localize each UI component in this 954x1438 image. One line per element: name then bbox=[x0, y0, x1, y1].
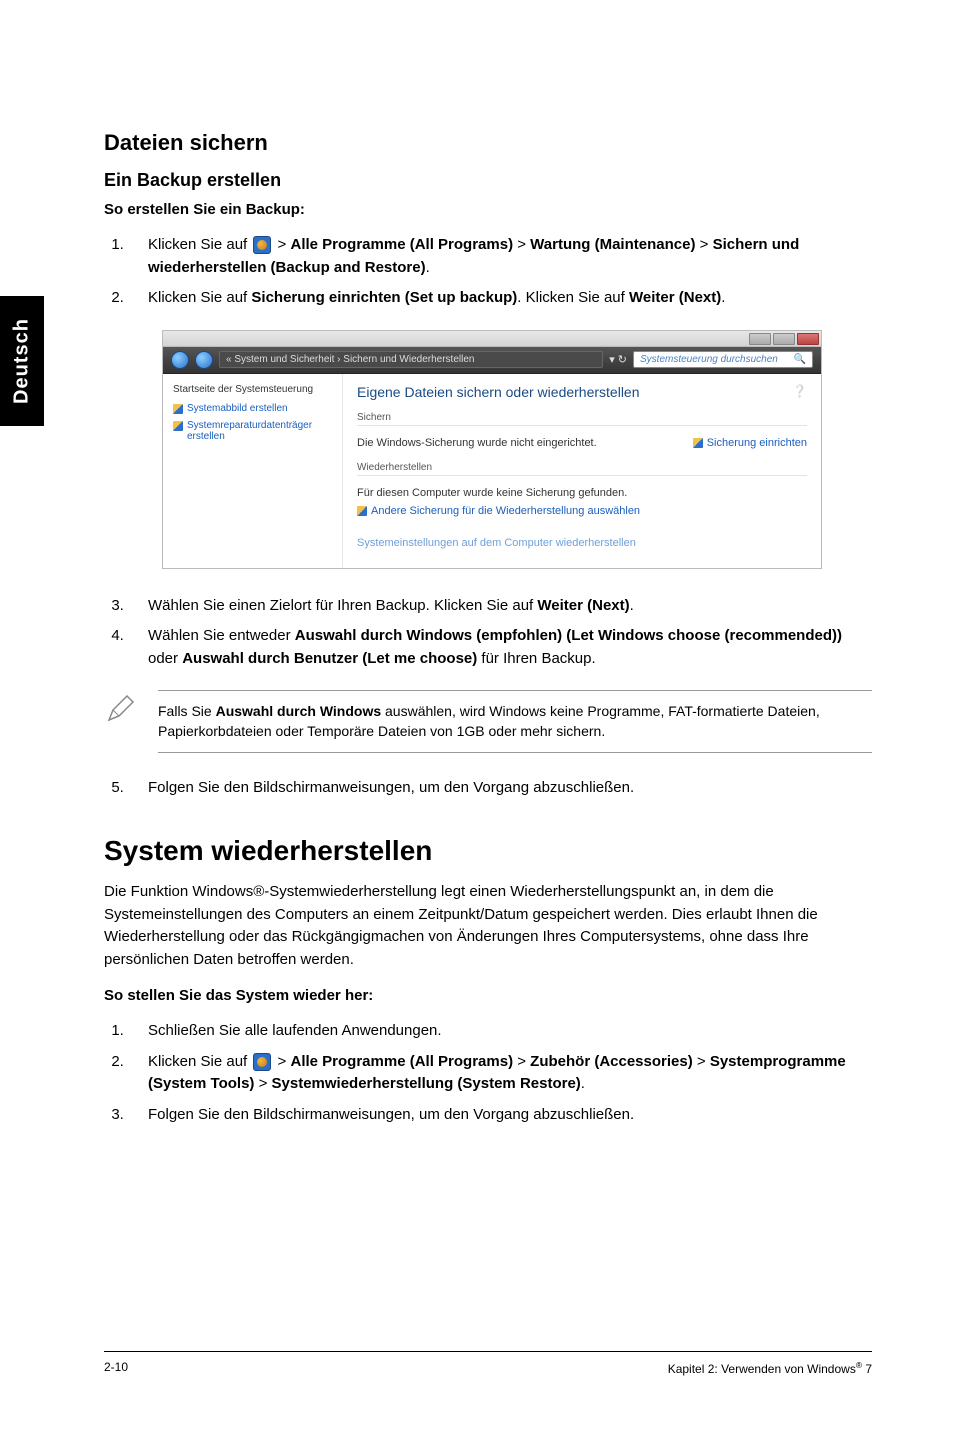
path-system-restore: Systemwiederherstellung (System Restore) bbox=[272, 1075, 581, 1092]
link-setup-backup: Sicherung einrichten bbox=[693, 437, 807, 449]
text: . Klicken Sie auf bbox=[517, 289, 629, 306]
panel-title: Eigene Dateien sichern oder wiederherste… bbox=[357, 384, 640, 400]
backup-steps-list-cont: Wählen Sie einen Zielort für Ihren Backu… bbox=[104, 595, 872, 671]
path-maintenance: Wartung (Maintenance) bbox=[530, 236, 695, 253]
text: Andere Sicherung für die Wiederherstellu… bbox=[371, 505, 640, 517]
search-placeholder: Systemsteuerung durchsuchen bbox=[640, 354, 778, 365]
group-restore-label: Wiederherstellen bbox=[357, 462, 807, 473]
text: Wählen Sie einen Zielort für Ihren Backu… bbox=[148, 597, 537, 614]
row-backup-not-configured: Die Windows-Sicherung wurde nicht einger… bbox=[357, 434, 807, 452]
backup-step-4: Wählen Sie entweder Auswahl durch Window… bbox=[128, 625, 872, 670]
backup-step-1: Klicken Sie auf > Alle Programme (All Pr… bbox=[128, 234, 872, 279]
path-all-programs: Alle Programme (All Programs) bbox=[291, 236, 514, 253]
path-all-programs: Alle Programme (All Programs) bbox=[291, 1053, 514, 1070]
text-bold: Weiter (Next) bbox=[537, 597, 629, 614]
restore-steps-list: Schließen Sie alle laufenden Anwendungen… bbox=[104, 1020, 872, 1126]
text: Klicken Sie auf bbox=[148, 289, 251, 306]
search-input: Systemsteuerung durchsuchen 🔍 bbox=[633, 351, 813, 368]
windows-start-icon bbox=[253, 1053, 271, 1071]
row-system-restore: Systemeinstellungen auf dem Computer wie… bbox=[357, 534, 807, 552]
text: Für diesen Computer wurde keine Sicherun… bbox=[357, 487, 627, 499]
text: Klicken Sie auf bbox=[148, 1053, 251, 1070]
screenshot-backup-control-panel: « System und Sicherheit › Sichern und Wi… bbox=[162, 330, 822, 569]
language-side-tab: Deutsch bbox=[0, 296, 44, 426]
backup-step-3: Wählen Sie einen Zielort für Ihren Backu… bbox=[128, 595, 872, 618]
shield-icon bbox=[693, 438, 703, 448]
text: Die Windows-Sicherung wurde nicht einger… bbox=[357, 437, 597, 449]
windows-start-icon bbox=[253, 236, 271, 254]
text: . bbox=[630, 597, 634, 614]
text-bold: Auswahl durch Windows (empfohlen) (Let W… bbox=[295, 627, 842, 644]
text-bold: Auswahl durch Windows bbox=[216, 703, 382, 719]
text: . bbox=[721, 289, 725, 306]
sidebar-header: Startseite der Systemsteuerung bbox=[173, 384, 332, 395]
search-icon: 🔍 bbox=[794, 354, 806, 365]
shield-icon bbox=[173, 404, 183, 414]
refresh-icon: ▾ ↻ bbox=[609, 353, 627, 366]
text: für Ihren Backup. bbox=[477, 650, 595, 667]
nav-forward-icon bbox=[195, 351, 213, 369]
text: Sicherung einrichten bbox=[707, 437, 807, 449]
footer-page-number: 2-10 bbox=[104, 1360, 128, 1376]
paragraph-restore-description: Die Funktion Windows®-Systemwiederherste… bbox=[104, 881, 872, 971]
text: Kapitel 2: Verwenden von Windows bbox=[668, 1362, 856, 1376]
backup-step-5: Folgen Sie den Bildschirmanweisungen, um… bbox=[128, 777, 872, 800]
address-bar: « System und Sicherheit › Sichern und Wi… bbox=[163, 347, 821, 374]
text: Systemabbild erstellen bbox=[187, 403, 288, 414]
shield-icon bbox=[173, 421, 183, 431]
window-minimize-icon bbox=[749, 333, 771, 345]
window-close-icon bbox=[797, 333, 819, 345]
text: oder bbox=[148, 650, 182, 667]
instr-create-backup: So erstellen Sie ein Backup: bbox=[104, 201, 872, 218]
text: Klicken Sie auf bbox=[148, 236, 251, 253]
sidebar-link-create-image: Systemabbild erstellen bbox=[173, 403, 332, 414]
path-accessories: Zubehör (Accessories) bbox=[530, 1053, 693, 1070]
divider bbox=[357, 475, 807, 476]
breadcrumb-path: « System und Sicherheit › Sichern und Wi… bbox=[219, 351, 603, 368]
instr-restore: So stellen Sie das System wieder her: bbox=[104, 987, 872, 1004]
window-maximize-icon bbox=[773, 333, 795, 345]
row-no-backup-found: Für diesen Computer wurde keine Sicherun… bbox=[357, 484, 807, 502]
restore-step-1: Schließen Sie alle laufenden Anwendungen… bbox=[128, 1020, 872, 1043]
heading-system-restore: System wiederherstellen bbox=[104, 835, 872, 867]
heading-create-backup: Ein Backup erstellen bbox=[104, 170, 872, 191]
backup-steps-list: Klicken Sie auf > Alle Programme (All Pr… bbox=[104, 234, 872, 310]
window-titlebar bbox=[163, 331, 821, 347]
note-text: Falls Sie Auswahl durch Windows auswähle… bbox=[158, 690, 872, 753]
text-bold: Sicherung einrichten (Set up backup) bbox=[251, 289, 517, 306]
help-icon: ❔ bbox=[792, 384, 807, 412]
text: Falls Sie bbox=[158, 703, 216, 719]
heading-backup-files: Dateien sichern bbox=[104, 130, 872, 156]
note-pen-icon bbox=[104, 690, 138, 724]
main-panel: Eigene Dateien sichern oder wiederherste… bbox=[343, 374, 821, 568]
restore-step-2: Klicken Sie auf > Alle Programme (All Pr… bbox=[128, 1051, 872, 1096]
note-box: Falls Sie Auswahl durch Windows auswähle… bbox=[104, 690, 872, 753]
page-footer: 2-10 Kapitel 2: Verwenden von Windows® 7 bbox=[104, 1351, 872, 1376]
text: Systemreparaturdatenträger erstellen bbox=[187, 420, 332, 442]
text-bold: Auswahl durch Benutzer (Let me choose) bbox=[182, 650, 477, 667]
text-bold: Weiter (Next) bbox=[629, 289, 721, 306]
shield-icon bbox=[357, 506, 367, 516]
text: Wählen Sie entweder bbox=[148, 627, 295, 644]
sidebar-link-repair-disc: Systemreparaturdatenträger erstellen bbox=[173, 420, 332, 442]
restore-step-3: Folgen Sie den Bildschirmanweisungen, um… bbox=[128, 1104, 872, 1127]
row-select-other-backup: Andere Sicherung für die Wiederherstellu… bbox=[357, 502, 807, 520]
divider bbox=[357, 425, 807, 426]
backup-steps-list-end: Folgen Sie den Bildschirmanweisungen, um… bbox=[104, 777, 872, 800]
sidebar: Startseite der Systemsteuerung Systemabb… bbox=[163, 374, 343, 568]
text: 7 bbox=[862, 1362, 872, 1376]
link-system-settings-restore: Systemeinstellungen auf dem Computer wie… bbox=[357, 537, 636, 549]
page-content: Dateien sichern Ein Backup erstellen So … bbox=[104, 130, 872, 1146]
link-select-other-backup: Andere Sicherung für die Wiederherstellu… bbox=[357, 505, 640, 517]
group-backup-label: Sichern bbox=[357, 412, 807, 423]
window-body: Startseite der Systemsteuerung Systemabb… bbox=[163, 374, 821, 568]
footer-chapter: Kapitel 2: Verwenden von Windows® 7 bbox=[668, 1360, 872, 1376]
nav-back-icon bbox=[171, 351, 189, 369]
backup-step-2: Klicken Sie auf Sicherung einrichten (Se… bbox=[128, 287, 872, 310]
